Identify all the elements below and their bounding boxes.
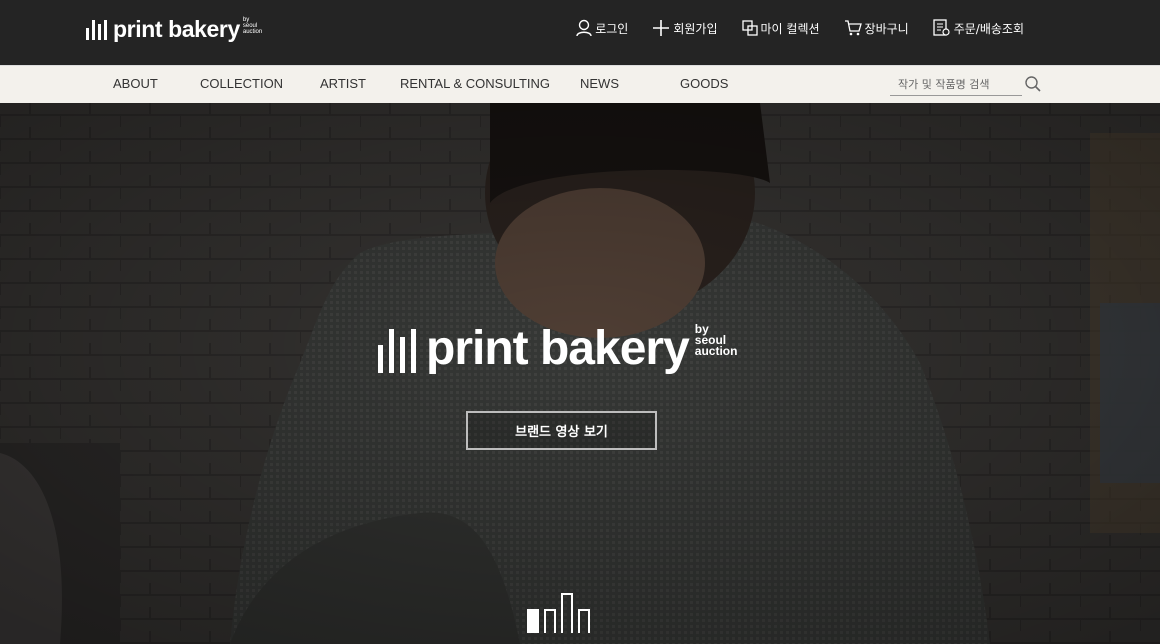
search-icon[interactable] bbox=[1024, 75, 1042, 93]
my-collection-label: 마이 컬렉션 bbox=[760, 21, 820, 36]
login-label: 로그인 bbox=[595, 21, 629, 36]
signup-label: 회원가입 bbox=[673, 21, 718, 36]
brand-video-button[interactable]: 브랜드 영상 보기 bbox=[466, 411, 657, 450]
slide-indicator-bar[interactable] bbox=[527, 609, 539, 633]
slide-indicator-bar[interactable] bbox=[544, 609, 556, 633]
slide-indicator-bar[interactable] bbox=[578, 609, 590, 633]
search-box bbox=[890, 74, 1042, 96]
slide-indicator bbox=[527, 593, 590, 633]
nav-item-rental-consulting[interactable]: RENTAL & CONSULTING bbox=[400, 76, 550, 91]
order-tracking-link[interactable]: 주문/배송조회 bbox=[933, 17, 1024, 39]
hero-logo-bars-icon bbox=[378, 325, 416, 373]
person-icon bbox=[576, 19, 592, 37]
slide-indicator-bar[interactable] bbox=[561, 593, 573, 633]
top-bar: print bakery by seoul auction 로그인 회원가입 마… bbox=[0, 0, 1160, 65]
main-nav: ABOUT COLLECTION ARTIST RENTAL & CONSULT… bbox=[0, 65, 1160, 103]
signup-link[interactable]: 회원가입 bbox=[652, 17, 718, 39]
order-icon bbox=[933, 19, 950, 36]
logo-by-text: by seoul auction bbox=[242, 17, 263, 35]
utility-menu: 로그인 회원가입 마이 컬렉션 장바구니 주문/배송조회 bbox=[576, 17, 1024, 39]
cart-link[interactable]: 장바구니 bbox=[844, 17, 909, 39]
order-tracking-label: 주문/배송조회 bbox=[953, 21, 1024, 36]
hero-logo: print bakery by seoul auction bbox=[378, 321, 737, 377]
cart-icon bbox=[844, 20, 862, 36]
nav-item-collection[interactable]: COLLECTION bbox=[200, 76, 283, 91]
cart-label: 장바구니 bbox=[864, 21, 909, 36]
hero-banner: print bakery by seoul auction 브랜드 영상 보기 bbox=[0, 103, 1160, 644]
logo-bars-icon bbox=[86, 18, 107, 40]
plus-icon bbox=[653, 20, 670, 36]
nav-item-artist[interactable]: ARTIST bbox=[320, 76, 366, 91]
hero-logo-by-text: by seoul auction bbox=[694, 321, 738, 358]
hero-logo-text: print bakery bbox=[426, 322, 690, 375]
nav-item-goods[interactable]: GOODS bbox=[680, 76, 728, 91]
nav-item-about[interactable]: ABOUT bbox=[113, 76, 158, 91]
site-logo[interactable]: print bakery by seoul auction bbox=[86, 14, 262, 44]
search-input[interactable] bbox=[890, 74, 1022, 96]
logo-text: print bakery bbox=[113, 16, 240, 42]
collection-icon bbox=[741, 20, 758, 36]
my-collection-link[interactable]: 마이 컬렉션 bbox=[741, 17, 820, 39]
nav-item-news[interactable]: NEWS bbox=[580, 76, 619, 91]
login-link[interactable]: 로그인 bbox=[576, 17, 628, 39]
